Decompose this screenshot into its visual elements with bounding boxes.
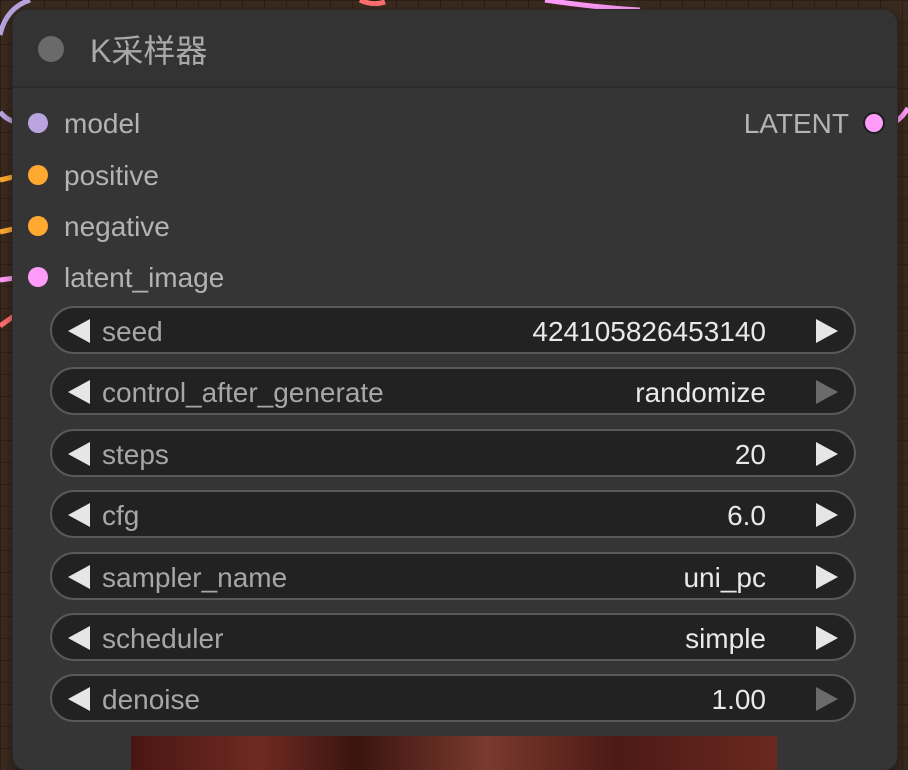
scheduler-widget[interactable]: scheduler simple xyxy=(50,613,856,661)
increment-arrow-icon[interactable] xyxy=(816,687,838,711)
decrement-arrow-icon[interactable] xyxy=(68,565,90,589)
widget-value[interactable]: 20 xyxy=(735,440,766,470)
negative-input-label: negative xyxy=(64,211,170,242)
widget-value[interactable]: randomize xyxy=(635,378,766,408)
steps-widget[interactable]: steps 20 xyxy=(50,429,856,477)
model-input-label: model xyxy=(64,108,141,139)
widget-value[interactable]: 1.00 xyxy=(712,685,767,715)
positive-input-label: positive xyxy=(64,160,159,191)
latent-output-slot[interactable] xyxy=(863,112,885,134)
widget-value[interactable]: 424105826453140 xyxy=(532,317,766,347)
seed-widget[interactable]: seed 424105826453140 xyxy=(50,306,856,354)
decrement-arrow-icon[interactable] xyxy=(68,503,90,527)
collapse-toggle-icon[interactable] xyxy=(38,36,64,62)
positive-input-slot[interactable] xyxy=(28,165,48,185)
decrement-arrow-icon[interactable] xyxy=(68,626,90,650)
decrement-arrow-icon[interactable] xyxy=(68,442,90,466)
increment-arrow-icon[interactable] xyxy=(816,565,838,589)
decrement-arrow-icon[interactable] xyxy=(68,380,90,404)
control-after-generate-widget[interactable]: control_after_generate randomize xyxy=(50,367,856,415)
negative-input-slot[interactable] xyxy=(28,216,48,236)
widget-label: control_after_generate xyxy=(102,377,384,408)
link-top-red xyxy=(358,0,386,7)
latent-image-input-label: latent_image xyxy=(64,262,225,293)
widget-value[interactable]: 6.0 xyxy=(727,501,766,531)
increment-arrow-icon[interactable] xyxy=(816,626,838,650)
increment-arrow-icon[interactable] xyxy=(816,503,838,527)
ksampler-node[interactable]: K采样器 model positive negative latent_imag… xyxy=(13,10,897,770)
denoise-widget[interactable]: denoise 1.00 xyxy=(50,674,856,722)
image-preview xyxy=(131,736,777,770)
widget-label: seed xyxy=(102,316,163,347)
decrement-arrow-icon[interactable] xyxy=(68,319,90,343)
latent-image-input-slot[interactable] xyxy=(28,267,48,287)
link-top-pink xyxy=(544,0,641,13)
widget-label: denoise xyxy=(102,684,201,715)
increment-arrow-icon[interactable] xyxy=(816,319,838,343)
node-header[interactable]: K采样器 xyxy=(13,10,897,88)
increment-arrow-icon[interactable] xyxy=(816,442,838,466)
link-red-left xyxy=(0,313,16,329)
widget-label: scheduler xyxy=(102,623,224,654)
widget-label: cfg xyxy=(102,500,140,531)
node-title: K采样器 xyxy=(90,33,208,69)
widget-label: steps xyxy=(102,439,169,470)
increment-arrow-icon[interactable] xyxy=(816,380,838,404)
widget-value[interactable]: simple xyxy=(685,624,766,654)
sampler-name-widget[interactable]: sampler_name uni_pc xyxy=(50,552,856,600)
cfg-widget[interactable]: cfg 6.0 xyxy=(50,490,856,538)
widget-value[interactable]: uni_pc xyxy=(683,563,766,593)
decrement-arrow-icon[interactable] xyxy=(68,687,90,711)
model-input-slot[interactable] xyxy=(28,113,48,133)
widget-label: sampler_name xyxy=(102,562,288,593)
latent-output-label: LATENT xyxy=(743,108,849,139)
